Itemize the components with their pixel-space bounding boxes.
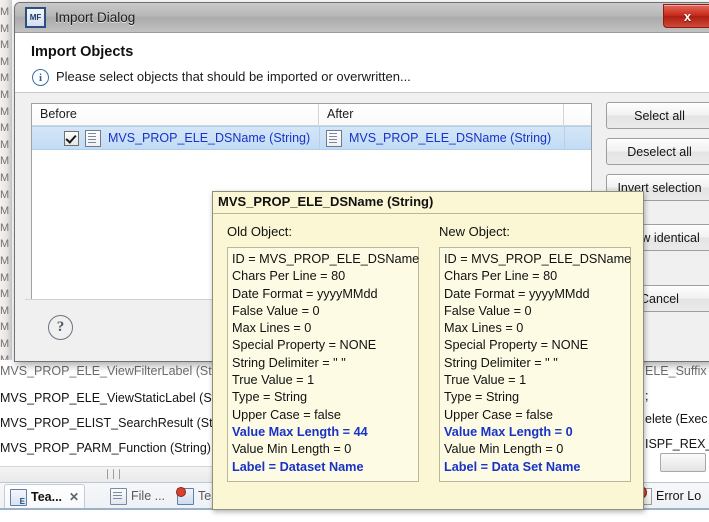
property-line: Date Format = yyyyMMdd (232, 286, 416, 303)
after-label: MVS_PROP_ELE_DSName (String) (349, 131, 551, 145)
tooltip-title: MVS_PROP_ELE_DSName (String) (213, 192, 643, 214)
page-title: Import Objects (31, 44, 133, 60)
property-line: Max Lines = 0 (232, 320, 416, 337)
document-icon (326, 130, 342, 147)
table-header: Before After (32, 104, 591, 126)
dialog-titlebar[interactable]: MF Import Dialog x (15, 3, 709, 33)
close-button[interactable]: x (663, 4, 709, 28)
property-line: Chars Per Line = 80 (444, 268, 628, 285)
background-button[interactable] (660, 453, 706, 472)
property-line: ID = MVS_PROP_ELE_DSName (444, 251, 628, 268)
right-panel-row[interactable]: elete (Exec (645, 412, 708, 426)
dialog-subtitle: Please select objects that should be imp… (56, 69, 411, 84)
property-line: False Value = 0 (444, 303, 628, 320)
info-icon: i (32, 69, 49, 86)
new-object-box: ID = MVS_PROP_ELE_DSName Chars Per Line … (439, 247, 631, 482)
tab-file[interactable]: File ... (105, 484, 170, 508)
table-cell-after[interactable]: MVS_PROP_ELE_DSName (String) (319, 127, 564, 149)
table-cell-before[interactable]: MVS_PROP_ELE_DSName (String) (32, 127, 319, 149)
close-icon[interactable]: ✕ (69, 490, 79, 504)
tooltip-columns: Old Object: ID = MVS_PROP_ELE_DSName Cha… (213, 214, 643, 482)
property-line: True Value = 1 (444, 372, 628, 389)
property-line: Type = String (232, 389, 416, 406)
tree-row[interactable]: MVS_PROP_ELIST_SearchResult (Stri (0, 416, 220, 430)
screen: MMMMMMMMMMMMMMMMMMMMMMM MVS_PROP_ELE_Vie… (0, 0, 709, 522)
column-header-extra[interactable] (564, 104, 591, 126)
editor-icon (10, 489, 27, 506)
property-line: Special Property = NONE (444, 337, 628, 354)
property-line-changed: Value Max Length = 0 (444, 424, 628, 441)
property-line: Max Lines = 0 (444, 320, 628, 337)
property-line: String Delimiter = " " (232, 355, 416, 372)
object-comparison-tooltip: MVS_PROP_ELE_DSName (String) Old Object:… (212, 191, 644, 510)
column-header-before[interactable]: Before (32, 104, 319, 126)
tree-row[interactable]: MVS_PROP_ELE_ViewStaticLabel (St (0, 391, 215, 405)
tooltip-old-column: Old Object: ID = MVS_PROP_ELE_DSName Cha… (227, 224, 419, 482)
property-line-changed: Label = Dataset Name (232, 459, 416, 476)
right-panel-row[interactable]: ISPF_REX_C (645, 437, 709, 451)
mf-app-icon: MF (25, 7, 46, 28)
tab-label: Error Lo (656, 489, 701, 503)
property-line: Type = String (444, 389, 628, 406)
table-cell-extra[interactable] (564, 127, 591, 149)
tab-team-active[interactable]: Tea... ✕ (4, 484, 85, 509)
mf-app-icon-glyph: MF (27, 9, 44, 26)
property-line: Value Min Length = 0 (444, 441, 628, 458)
property-line-changed: Value Max Length = 44 (232, 424, 416, 441)
right-panel-row[interactable]: ; (645, 389, 648, 403)
deselect-all-button[interactable]: Deselect all (606, 138, 709, 165)
help-button[interactable]: ? (48, 315, 73, 340)
property-line: Upper Case = false (444, 407, 628, 424)
property-line: Upper Case = false (232, 407, 416, 424)
tab-label: Tea... (31, 490, 62, 504)
property-line: String Delimiter = " " (444, 355, 628, 372)
property-line: Date Format = yyyyMMdd (444, 286, 628, 303)
property-line: Value Min Length = 0 (232, 441, 416, 458)
background-ghost-text: MMMMMMMMMMMMMMMMMMMMMMM (0, 0, 12, 386)
property-line: Chars Per Line = 80 (232, 268, 416, 285)
dialog-header: Import Objects i Please select objects t… (15, 33, 709, 93)
property-line: Special Property = NONE (232, 337, 416, 354)
property-line: False Value = 0 (232, 303, 416, 320)
team-icon (177, 488, 194, 505)
row-checkbox[interactable] (64, 131, 79, 146)
file-icon (110, 488, 127, 505)
old-object-box: ID = MVS_PROP_ELE_DSName Chars Per Line … (227, 247, 419, 482)
column-header-after[interactable]: After (319, 104, 564, 126)
tab-label: File ... (131, 489, 165, 503)
old-object-heading: Old Object: (227, 224, 419, 239)
tree-row[interactable]: MVS_PROP_ELE_ViewFilterLabel (Str (0, 364, 216, 378)
property-line: ID = MVS_PROP_ELE_DSName (232, 251, 416, 268)
tree-row[interactable]: MVS_PROP_PARM_Function (String) (0, 441, 211, 455)
select-all-button[interactable]: Select all (606, 102, 709, 129)
window-title: Import Dialog (55, 10, 135, 25)
scrollbar-grip: ∣∣∣ (105, 470, 117, 479)
before-label: MVS_PROP_ELE_DSName (String) (108, 131, 310, 145)
property-line: True Value = 1 (232, 372, 416, 389)
background-left-strip: MMMMMMMMMMMMMMMMMMMMMMM (0, 0, 12, 390)
table-row[interactable]: MVS_PROP_ELE_DSName (String) MVS_PROP_EL… (32, 126, 591, 150)
new-object-heading: New Object: (439, 224, 631, 239)
document-icon (85, 130, 101, 147)
property-line-changed: Label = Data Set Name (444, 459, 628, 476)
tooltip-new-column: New Object: ID = MVS_PROP_ELE_DSName Cha… (439, 224, 631, 482)
right-panel-row[interactable]: ELE_Suffix (645, 364, 707, 378)
